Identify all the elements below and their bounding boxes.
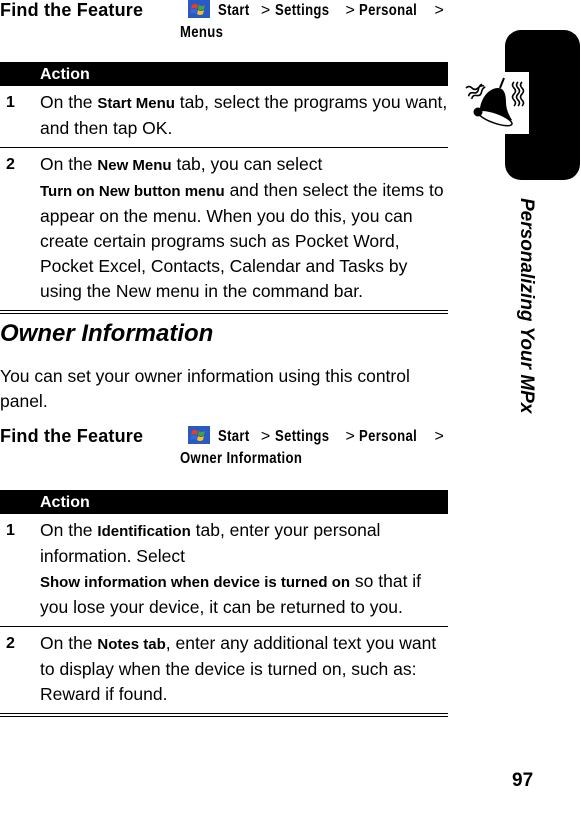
windows-start-icon	[188, 0, 210, 18]
table-row: 1 On the Identification tab, enter your p…	[0, 514, 448, 627]
find-the-feature-label: Find the Feature	[0, 0, 144, 20]
path-step: Start	[218, 428, 250, 445]
table-row: 2 On the New Menu tab, you can select Tur…	[0, 148, 448, 311]
table-header: Action	[0, 62, 448, 86]
step-text: On the	[40, 154, 98, 174]
find-the-feature-menus: Find the Feature Start > Settings > Pers…	[0, 0, 460, 50]
step-text: On the	[40, 92, 98, 112]
step-number: 1	[6, 94, 15, 111]
ui-term: New Menu	[97, 157, 172, 174]
action-table-menus: Action 1 On the Start Menu tab, select th…	[0, 62, 448, 314]
page-number: 97	[512, 770, 534, 791]
step-number: 2	[6, 635, 15, 652]
path-step: Settings	[274, 428, 330, 445]
path-step: Settings	[274, 2, 330, 19]
path-separator: >	[256, 428, 275, 445]
windows-start-icon	[188, 426, 210, 444]
path-separator: >	[256, 2, 275, 19]
chapter-title: Personalizing Your MPx	[516, 198, 537, 414]
path-step: Personal	[359, 2, 418, 19]
path-step: Owner Information	[180, 450, 303, 467]
path-separator: >	[430, 2, 444, 19]
table-row: 2 On the Notes tab, enter any additional …	[0, 627, 448, 714]
section-intro: You can set your owner information using…	[0, 366, 410, 411]
path-separator: >	[341, 428, 360, 445]
action-table-owner-info: Action 1 On the Identification tab, enter…	[0, 490, 448, 717]
table-header: Action	[0, 490, 448, 514]
step-text: tab, you can select	[171, 154, 323, 174]
step-number: 2	[6, 156, 15, 173]
path-step: Menus	[180, 24, 224, 41]
path-step: Personal	[359, 428, 418, 445]
ringing-bell-icon	[462, 72, 530, 134]
section-title: Owner Information	[0, 320, 214, 347]
path-separator: >	[341, 2, 360, 19]
step-text: On the	[40, 520, 98, 540]
ui-term: Notes tab	[97, 636, 166, 653]
path-step: Start	[218, 2, 250, 19]
find-the-feature-label: Find the Feature	[0, 426, 144, 446]
ui-term: Start Menu	[97, 95, 175, 112]
ui-term: Identification	[97, 523, 191, 540]
table-end-rule	[0, 311, 448, 314]
ui-term: Turn on New button menu	[40, 183, 225, 200]
navigation-path: Start > Settings > Personal > Owner Info…	[180, 426, 460, 470]
step-number: 1	[6, 522, 15, 539]
step-text: On the	[40, 633, 98, 653]
table-end-rule	[0, 714, 448, 717]
table-row: 1 On the Start Menu tab, select the progr…	[0, 86, 448, 148]
navigation-path: Start > Settings > Personal > Menus	[180, 0, 460, 44]
ui-term: Show information when device is turned o…	[40, 574, 351, 591]
path-separator: >	[430, 428, 444, 445]
find-the-feature-owner-info: Find the Feature Start > Settings > Pers…	[0, 426, 460, 476]
